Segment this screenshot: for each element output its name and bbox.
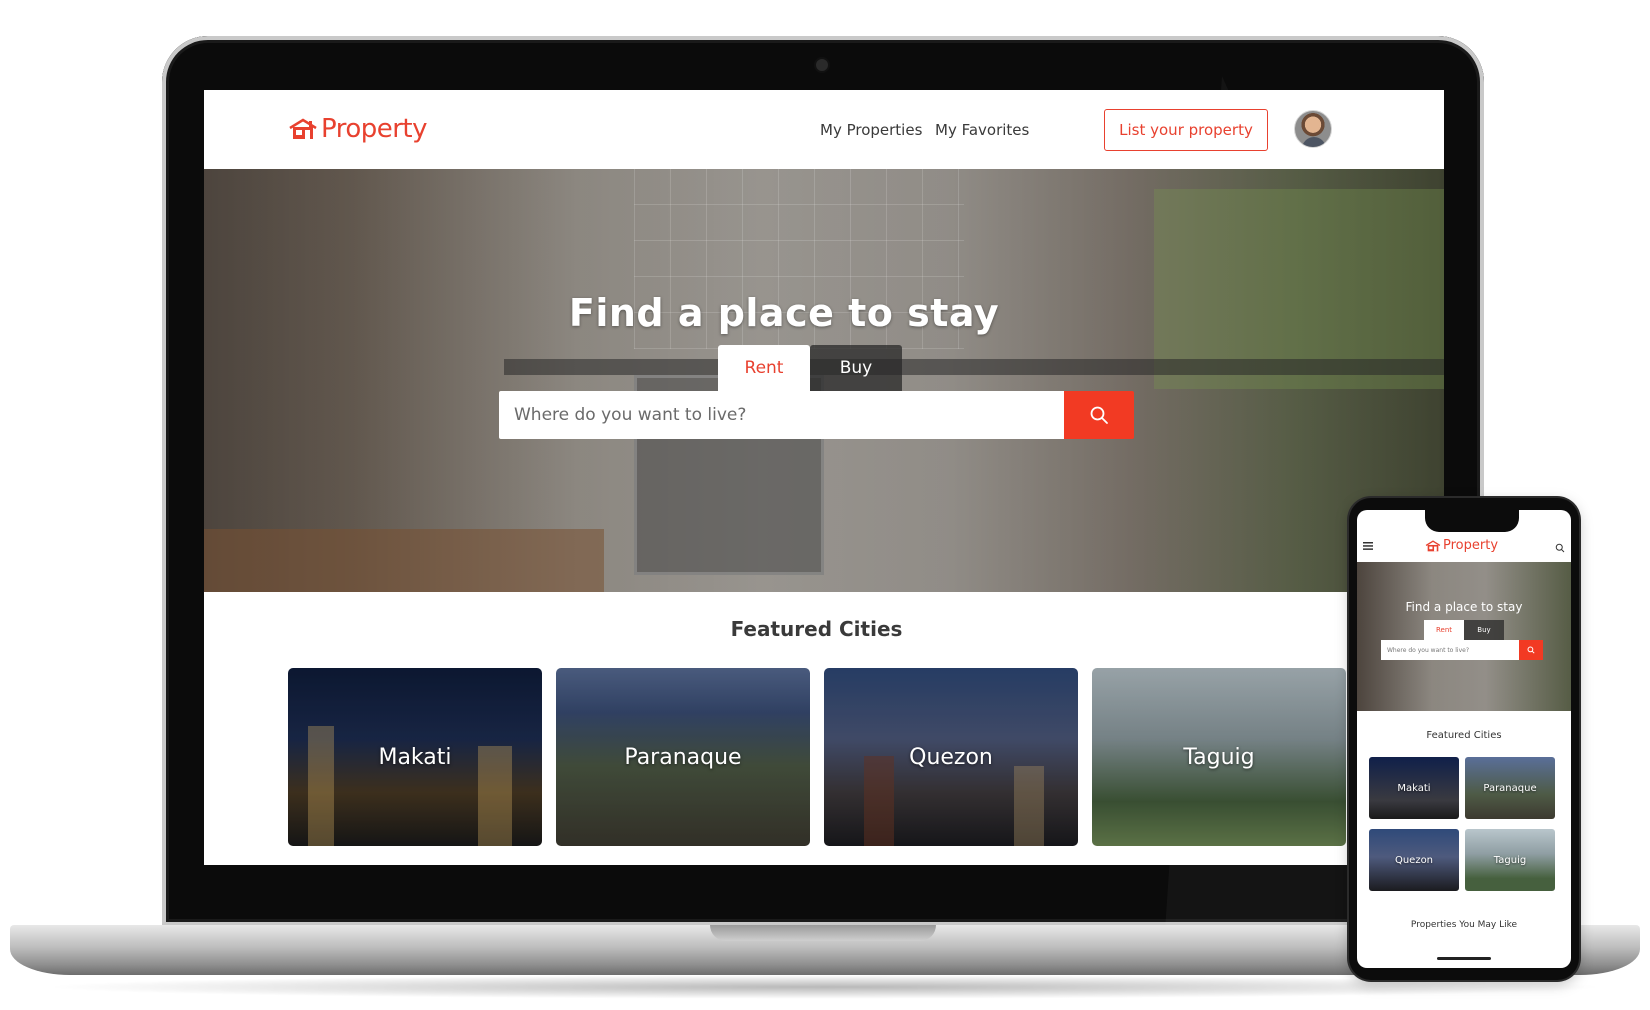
city-card-paranaque[interactable]: Paranaque (556, 668, 810, 846)
search-icon[interactable] (1555, 540, 1565, 558)
phone-home-indicator (1437, 957, 1491, 960)
search-button[interactable] (1064, 391, 1134, 439)
city-name: Taguig (1183, 744, 1255, 770)
phone-screen: Property Find a place to stay Rent Buy F… (1357, 510, 1571, 968)
city-name: Paranaque (1483, 782, 1537, 794)
search-icon (1090, 406, 1108, 424)
laptop-trackpad-notch (710, 925, 936, 941)
building-shape (1014, 766, 1044, 846)
city-card-makati[interactable]: Makati (288, 668, 542, 846)
mobile-featured-title: Featured Cities (1426, 730, 1502, 741)
mobile-hero-banner: Find a place to stay Rent Buy (1357, 562, 1571, 711)
house-icon (289, 118, 317, 139)
mobile-search-button[interactable] (1519, 640, 1543, 660)
city-name: Quezon (909, 744, 993, 770)
tab-buy[interactable]: Buy (810, 345, 902, 391)
building-shape (478, 746, 512, 846)
mobile-city-card-quezon[interactable]: Quezon (1369, 829, 1459, 891)
mobile-tab-rent[interactable]: Rent (1424, 620, 1464, 640)
city-card-taguig[interactable]: Taguig (1092, 668, 1346, 846)
menu-icon[interactable] (1363, 542, 1373, 553)
city-name: Quezon (1394, 854, 1434, 866)
navbar: Property My Properties My Favorites List… (204, 90, 1444, 169)
hero-title: Find a place to stay (568, 291, 1000, 335)
hero-banner: Find a place to stay Rent Buy (204, 169, 1444, 592)
house-icon (1425, 539, 1441, 551)
laptop-camera (816, 59, 828, 71)
city-name: Taguig (1493, 854, 1527, 866)
mobile-hero-title: Find a place to stay (1405, 600, 1523, 614)
avatar[interactable] (1294, 110, 1332, 148)
phone-frame: Property Find a place to stay Rent Buy F… (1349, 498, 1579, 980)
hero-backdrop-counter (504, 359, 1444, 375)
mobile-properties-title: Properties You May Like (1410, 920, 1518, 930)
mobile-search-input[interactable] (1381, 640, 1519, 660)
nav-my-properties[interactable]: My Properties (820, 121, 922, 139)
city-name: Paranaque (624, 744, 742, 770)
mobile-brand-name: Property (1443, 538, 1499, 553)
hero-backdrop-table (204, 529, 604, 592)
mobile-city-card-makati[interactable]: Makati (1369, 757, 1459, 819)
mobile-city-card-paranaque[interactable]: Paranaque (1465, 757, 1555, 819)
mobile-tab-buy[interactable]: Buy (1464, 620, 1504, 640)
mobile-city-card-taguig[interactable]: Taguig (1465, 829, 1555, 891)
city-card-quezon[interactable]: Quezon (824, 668, 1078, 846)
laptop-screen: Property My Properties My Favorites List… (204, 90, 1444, 865)
building-shape (308, 726, 334, 846)
building-shape (864, 756, 894, 846)
city-name: Makati (1397, 782, 1431, 794)
list-your-property-button[interactable]: List your property (1104, 109, 1268, 151)
brand-name: Property (321, 114, 428, 144)
mobile-brand-logo[interactable]: Property (1425, 538, 1498, 553)
search-input[interactable] (499, 391, 1064, 439)
featured-cities-title: Featured Cities (730, 617, 903, 641)
tab-rent[interactable]: Rent (718, 345, 810, 391)
city-name: Makati (378, 744, 452, 770)
search-icon (1527, 646, 1535, 654)
nav-my-favorites[interactable]: My Favorites (935, 121, 1029, 139)
brand-logo[interactable]: Property (288, 114, 428, 144)
phone-notch (1425, 510, 1519, 532)
